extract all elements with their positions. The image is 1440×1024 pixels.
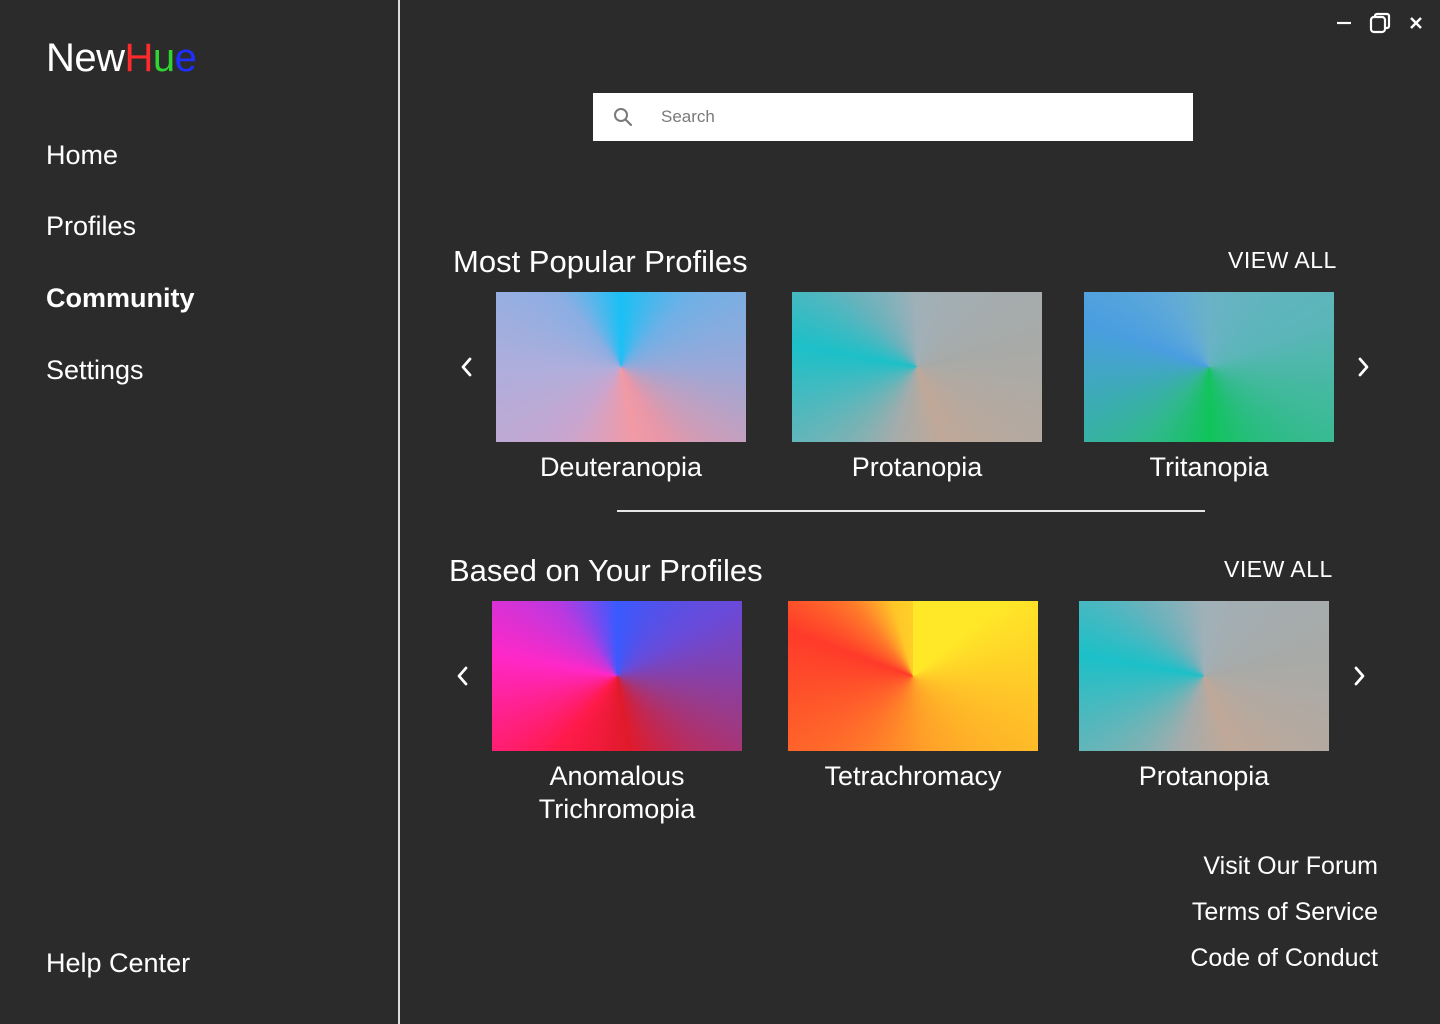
sidebar-item-home[interactable]: Home	[46, 139, 118, 171]
sidebar-item-settings[interactable]: Settings	[46, 354, 144, 386]
profile-card-label-line2: Trichromopia	[538, 794, 696, 824]
logo-text-u: u	[152, 36, 175, 80]
app-logo[interactable]: NewHue	[46, 36, 197, 80]
profile-thumbnail	[496, 292, 746, 442]
search-icon[interactable]	[613, 107, 633, 127]
sidebar-item-help-center[interactable]: Help Center	[46, 947, 190, 979]
sidebar-item-community[interactable]: Community	[46, 282, 195, 314]
profile-thumbnail	[792, 292, 1042, 442]
restore-icon[interactable]	[1367, 10, 1393, 36]
logo-text-h: H	[124, 36, 154, 80]
profile-card-protanopia[interactable]: Protanopia	[792, 292, 1042, 484]
sidebar-item-profiles[interactable]: Profiles	[46, 210, 136, 242]
chevron-right-icon[interactable]	[1352, 354, 1374, 380]
search-bar	[593, 93, 1193, 141]
sidebar: NewHue Home Profiles Community Settings …	[0, 0, 400, 1024]
profile-card-deuteranopia[interactable]: Deuteranopia	[496, 292, 746, 484]
terms-of-service-link[interactable]: Terms of Service	[1192, 897, 1378, 927]
profile-card-label: Tritanopia	[1149, 452, 1269, 482]
visit-forum-link[interactable]: Visit Our Forum	[1203, 851, 1378, 881]
profile-thumbnail	[1079, 601, 1329, 751]
profile-thumbnail	[788, 601, 1038, 751]
profile-thumbnail	[1084, 292, 1334, 442]
profile-card-protanopia[interactable]: Protanopia	[1079, 601, 1329, 793]
minimize-icon[interactable]	[1331, 10, 1357, 36]
profile-thumbnail	[492, 601, 742, 751]
section-divider	[617, 510, 1205, 512]
profile-card-tritanopia[interactable]: Tritanopia	[1084, 292, 1334, 484]
profile-card-label: Deuteranopia	[539, 452, 703, 482]
logo-text-new: New	[46, 36, 125, 80]
view-all-popular-button[interactable]: VIEW ALL	[1228, 246, 1337, 274]
profile-card-tetrachromacy[interactable]: Tetrachromacy	[788, 601, 1038, 793]
profile-card-anomalous-trichromopia[interactable]: Anomalous Trichromopia	[492, 601, 742, 826]
chevron-left-icon[interactable]	[452, 663, 474, 689]
profile-card-label: Tetrachromacy	[824, 761, 1002, 791]
close-icon[interactable]	[1403, 10, 1429, 36]
profile-card-label: Protanopia	[851, 452, 983, 482]
profile-card-label: Protanopia	[1138, 761, 1270, 791]
code-of-conduct-link[interactable]: Code of Conduct	[1190, 943, 1378, 973]
section-title-most-popular: Most Popular Profiles	[453, 244, 748, 279]
profile-card-label: Anomalous Trichromopia	[492, 760, 742, 826]
profile-card-label-line1: Anomalous	[549, 761, 685, 791]
search-input[interactable]	[659, 93, 1183, 141]
app-window: NewHue Home Profiles Community Settings …	[0, 0, 1440, 1024]
section-title-based-on-your-profiles: Based on Your Profiles	[449, 553, 763, 588]
chevron-right-icon[interactable]	[1348, 663, 1370, 689]
chevron-left-icon[interactable]	[456, 354, 478, 380]
view-all-based-button[interactable]: VIEW ALL	[1224, 555, 1333, 583]
logo-text-e: e	[174, 36, 197, 80]
